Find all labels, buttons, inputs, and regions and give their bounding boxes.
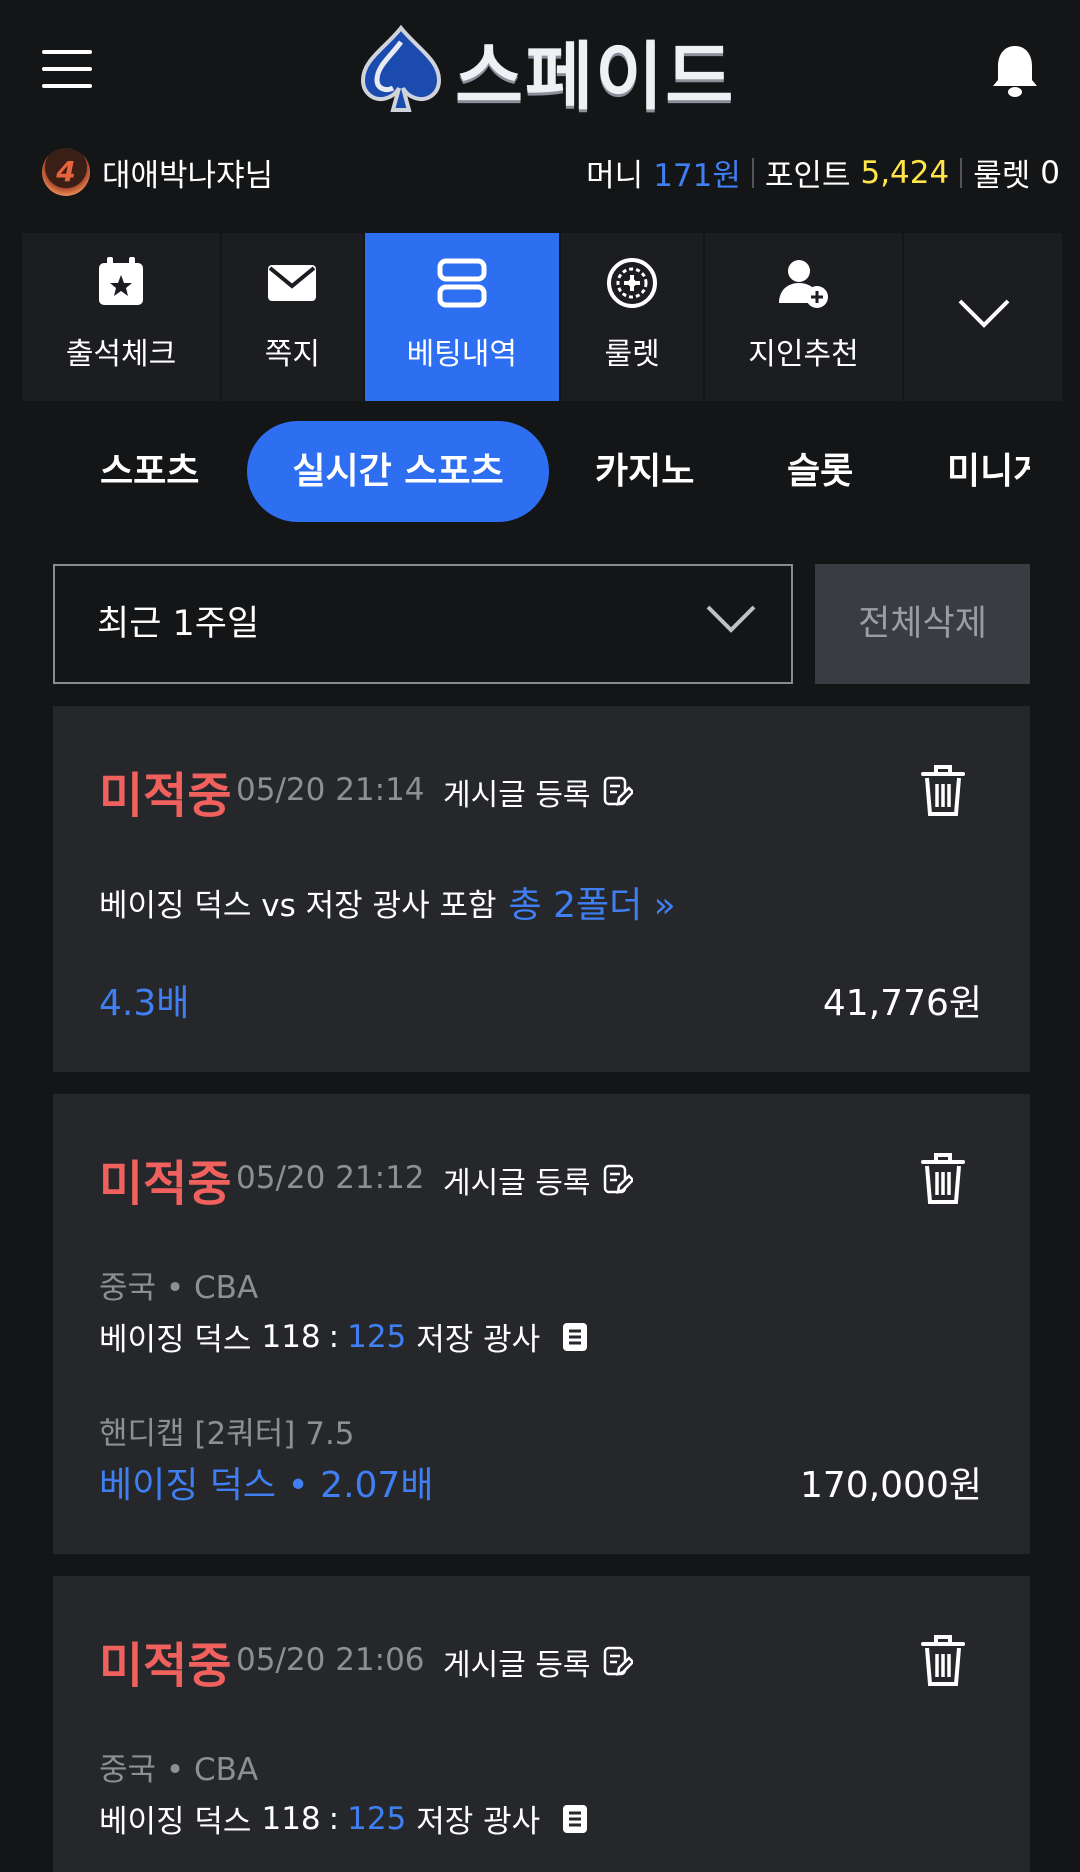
- bet-card: 미적중 05/20 21:06 게시글 등록 중국 • CBA 베이징 덕스 1…: [53, 1576, 1030, 1872]
- username[interactable]: 대애박나쟈님: [102, 150, 273, 195]
- bet-amount: 41,776원: [822, 983, 982, 1024]
- menu-label: 지인추천: [748, 337, 859, 372]
- post-register-button[interactable]: 게시글 등록: [443, 1158, 633, 1202]
- bet-status: 미적중: [99, 768, 232, 824]
- market-label: 핸디캡 [2쿼터] 7.5: [99, 1416, 355, 1452]
- edit-note-icon: [603, 1646, 633, 1676]
- trash-icon[interactable]: [919, 762, 967, 818]
- bet-amount: 170,000원: [800, 1465, 982, 1506]
- menu-item-roulette[interactable]: 룰렛: [561, 233, 706, 401]
- match-score: 베이징 덕스 118 : 125 저장 광사: [99, 1314, 588, 1359]
- level-badge: 4: [42, 148, 90, 196]
- period-select-value: 최근 1주일: [97, 604, 260, 644]
- bell-icon[interactable]: [990, 42, 1040, 98]
- user-balances: 머니 171원 포인트 5,424 룰렛 0: [586, 150, 1060, 195]
- bet-time: 05/20 21:12: [236, 1160, 425, 1196]
- menu-label: 룰렛: [604, 337, 660, 372]
- score-separator: :: [328, 1318, 340, 1355]
- document-icon[interactable]: [562, 1322, 588, 1352]
- bet-summary: 베이징 덕스 vs 저장 광사 포함 총 2폴더 »: [99, 876, 676, 928]
- menu-item-referral[interactable]: 지인추천: [705, 233, 904, 401]
- away-score: 125: [347, 1318, 407, 1355]
- home-team: 베이징 덕스: [99, 1322, 252, 1358]
- away-team: 저장 광사: [416, 1322, 541, 1358]
- edit-note-icon: [603, 776, 633, 806]
- bet-card: 미적중 05/20 21:12 게시글 등록 중국 • CBA 베이징 덕스 1…: [53, 1094, 1030, 1554]
- menu-label: 베팅내역: [406, 337, 517, 372]
- bet-time: 05/20 21:14: [236, 772, 425, 808]
- chevron-down-icon: [958, 299, 1009, 328]
- league-label: 중국 • CBA: [99, 1270, 259, 1306]
- post-register-label: 게시글 등록: [443, 1648, 591, 1683]
- divider: [960, 157, 963, 188]
- divider: [751, 157, 754, 188]
- menu-item-messages[interactable]: 쪽지: [222, 233, 365, 401]
- tab-casino[interactable]: 카지노: [595, 421, 694, 522]
- app-header: 스페이드: [0, 0, 1080, 140]
- bet-pick: 베이징 덕스 • 2.07배: [99, 1465, 434, 1506]
- menu-item-attendance[interactable]: 출석체크: [22, 233, 223, 401]
- tab-sports[interactable]: 스포츠: [100, 421, 199, 522]
- top-menu: 출석체크 쪽지 베팅내역 룰렛 지인추천: [22, 233, 1062, 401]
- category-tabs: 스포츠 실시간 스포츠 카지노 슬롯 미니게: [0, 421, 1030, 522]
- bet-status: 미적중: [99, 1638, 232, 1694]
- home-score: 118: [261, 1318, 321, 1355]
- match-score: 베이징 덕스 118 : 125 저장 광사: [99, 1796, 588, 1841]
- menu-label: 출석체크: [65, 337, 177, 372]
- menu-item-bet-history[interactable]: 베팅내역: [364, 233, 561, 401]
- hamburger-menu-icon[interactable]: [42, 50, 92, 88]
- score-separator: :: [328, 1800, 340, 1837]
- point-value[interactable]: 5,424: [860, 155, 949, 191]
- trash-icon[interactable]: [919, 1150, 967, 1206]
- envelope-icon: [268, 265, 317, 301]
- menu-expand-button[interactable]: [904, 233, 1062, 401]
- tab-live-sports[interactable]: 실시간 스포츠: [247, 421, 549, 522]
- league-label: 중국 • CBA: [99, 1752, 259, 1788]
- site-logo[interactable]: 스페이드: [355, 22, 735, 120]
- delete-all-button[interactable]: 전체삭제: [815, 564, 1030, 684]
- add-user-icon: [779, 260, 829, 308]
- tab-minigame[interactable]: 미니게: [947, 421, 1030, 522]
- away-score: 125: [347, 1800, 407, 1837]
- tab-slot[interactable]: 슬롯: [787, 421, 853, 522]
- trash-icon[interactable]: [919, 1632, 967, 1688]
- roulette-label: 룰렛: [973, 158, 1031, 194]
- bet-status: 미적중: [99, 1156, 232, 1212]
- period-select[interactable]: 최근 1주일: [53, 564, 793, 684]
- away-team: 저장 광사: [416, 1804, 541, 1840]
- bet-history-icon: [437, 258, 487, 308]
- edit-note-icon: [603, 1164, 633, 1194]
- logo-text: 스페이드: [455, 33, 736, 120]
- bet-odds: 4.3배: [99, 983, 190, 1024]
- bet-time: 05/20 21:06: [236, 1642, 425, 1678]
- bet-card: 미적중 05/20 21:14 게시글 등록 베이징 덕스 vs 저장 광사 포…: [53, 706, 1030, 1072]
- money-label: 머니: [586, 158, 644, 194]
- post-register-button[interactable]: 게시글 등록: [443, 770, 633, 814]
- post-register-label: 게시글 등록: [443, 1166, 591, 1201]
- money-value[interactable]: 171원: [653, 150, 741, 195]
- point-label: 포인트: [764, 158, 851, 194]
- document-icon[interactable]: [562, 1804, 588, 1834]
- home-score: 118: [261, 1800, 321, 1837]
- roulette-value[interactable]: 0: [1040, 155, 1060, 191]
- menu-label: 쪽지: [264, 337, 320, 372]
- home-team: 베이징 덕스: [99, 1804, 252, 1840]
- post-register-label: 게시글 등록: [443, 778, 591, 813]
- calendar-star-icon: [99, 257, 144, 305]
- chevron-down-icon: [706, 605, 756, 633]
- spade-logo-icon: [360, 24, 442, 112]
- folder-detail-link[interactable]: 총 2폴더 »: [509, 876, 676, 928]
- user-info-bar: 4 대애박나쟈님 머니 171원 포인트 5,424 룰렛 0: [0, 140, 1080, 230]
- roulette-wheel-icon: [607, 258, 658, 308]
- bet-summary-text: 베이징 덕스 vs 저장 광사 포함: [99, 887, 497, 924]
- post-register-button[interactable]: 게시글 등록: [443, 1640, 633, 1684]
